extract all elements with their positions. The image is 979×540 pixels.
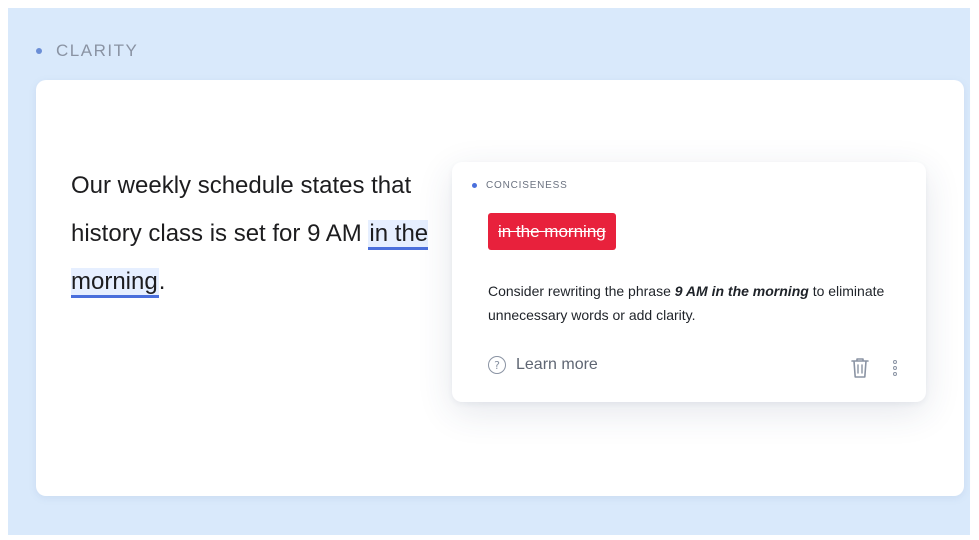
document-text-after: . xyxy=(158,268,166,295)
learn-more-label: Learn more xyxy=(516,356,598,373)
question-circle-icon: ? xyxy=(488,356,506,374)
remove-phrase-button[interactable]: in the morning xyxy=(488,213,616,250)
section-bullet-icon xyxy=(36,48,42,54)
explanation-emphasis: 9 AM in the morning xyxy=(674,283,809,299)
section-header: CLARITY xyxy=(36,38,138,64)
suggestion-card: CONCISENESS in the morning Consider rewr… xyxy=(452,162,926,402)
category-dot-icon xyxy=(472,183,477,188)
document-text-before: Our weekly schedule states that history … xyxy=(71,172,412,247)
suggestion-category: CONCISENESS xyxy=(472,180,568,191)
learn-more-link[interactable]: ? Learn more xyxy=(488,356,598,374)
suggestion-explanation: Consider rewriting the phrase 9 AM in th… xyxy=(488,279,908,327)
more-vertical-icon[interactable] xyxy=(889,356,901,380)
document-text[interactable]: Our weekly schedule states that history … xyxy=(71,162,431,306)
app-canvas: CLARITY Our weekly schedule states that … xyxy=(0,0,979,540)
dismiss-button[interactable] xyxy=(849,356,871,380)
suggestion-category-label: CONCISENESS xyxy=(486,180,568,191)
editor-card: Our weekly schedule states that history … xyxy=(36,80,964,496)
explanation-prefix: Consider rewriting the phrase xyxy=(488,283,675,299)
struck-phrase: in the morning xyxy=(498,221,606,241)
clarity-panel: CLARITY Our weekly schedule states that … xyxy=(8,8,970,535)
section-title: CLARITY xyxy=(56,41,139,60)
trash-icon xyxy=(851,358,869,378)
